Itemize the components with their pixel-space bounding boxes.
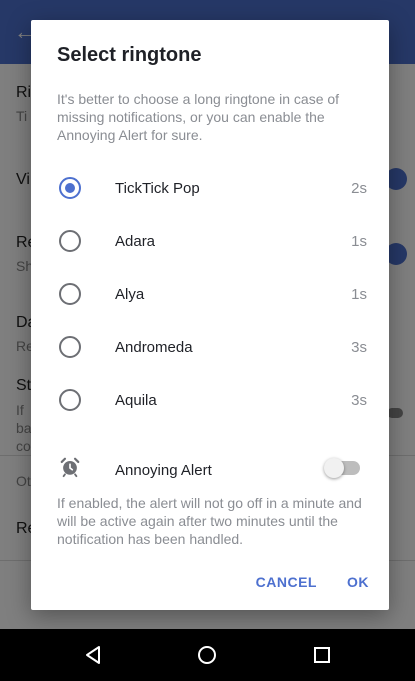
- ringtone-name: Aquila: [115, 392, 157, 409]
- ringtone-duration: 1s: [351, 233, 367, 250]
- system-navigation-bar: [0, 629, 415, 681]
- radio-button[interactable]: [59, 336, 81, 358]
- alarm-clock-icon: [60, 457, 80, 478]
- ringtone-item[interactable]: Aquila 3s: [31, 374, 389, 427]
- ringtone-duration: 3s: [351, 339, 367, 356]
- home-circle-icon[interactable]: [187, 635, 227, 675]
- dialog-title: Select ringtone: [57, 44, 202, 66]
- ringtone-list: TickTick Pop 2s Adara 1s Alya 1s Androme…: [31, 162, 389, 427]
- ok-button[interactable]: OK: [347, 574, 369, 590]
- annoying-alert-label: Annoying Alert: [115, 462, 212, 479]
- annoying-alert-note: If enabled, the alert will not go off in…: [57, 495, 362, 547]
- radio-button[interactable]: [59, 283, 81, 305]
- ringtone-duration: 1s: [351, 286, 367, 303]
- ringtone-duration: 3s: [351, 392, 367, 409]
- ringtone-name: Alya: [115, 286, 145, 303]
- radio-button[interactable]: [59, 177, 81, 199]
- radio-button[interactable]: [59, 389, 81, 411]
- ringtone-name: TickTick Pop: [115, 180, 200, 197]
- dialog-actions: CANCEL OK: [256, 574, 369, 590]
- ringtone-dialog: Select ringtone It's better to choose a …: [31, 20, 389, 610]
- radio-button[interactable]: [59, 230, 81, 252]
- dialog-description: It's better to choose a long ringtone in…: [57, 91, 340, 143]
- annoying-alert-row[interactable]: Annoying Alert: [31, 452, 389, 488]
- ringtone-name: Andromeda: [115, 339, 193, 356]
- recents-square-icon[interactable]: [302, 635, 342, 675]
- ringtone-duration: 2s: [351, 180, 367, 197]
- switch-thumb: [324, 458, 344, 478]
- annoying-alert-switch[interactable]: [324, 458, 360, 478]
- ringtone-item[interactable]: Alya 1s: [31, 268, 389, 321]
- back-triangle-icon[interactable]: [73, 635, 113, 675]
- cancel-button[interactable]: CANCEL: [256, 574, 317, 590]
- ringtone-item[interactable]: TickTick Pop 2s: [31, 162, 389, 215]
- ringtone-item[interactable]: Andromeda 3s: [31, 321, 389, 374]
- ringtone-name: Adara: [115, 233, 156, 250]
- ringtone-item[interactable]: Adara 1s: [31, 215, 389, 268]
